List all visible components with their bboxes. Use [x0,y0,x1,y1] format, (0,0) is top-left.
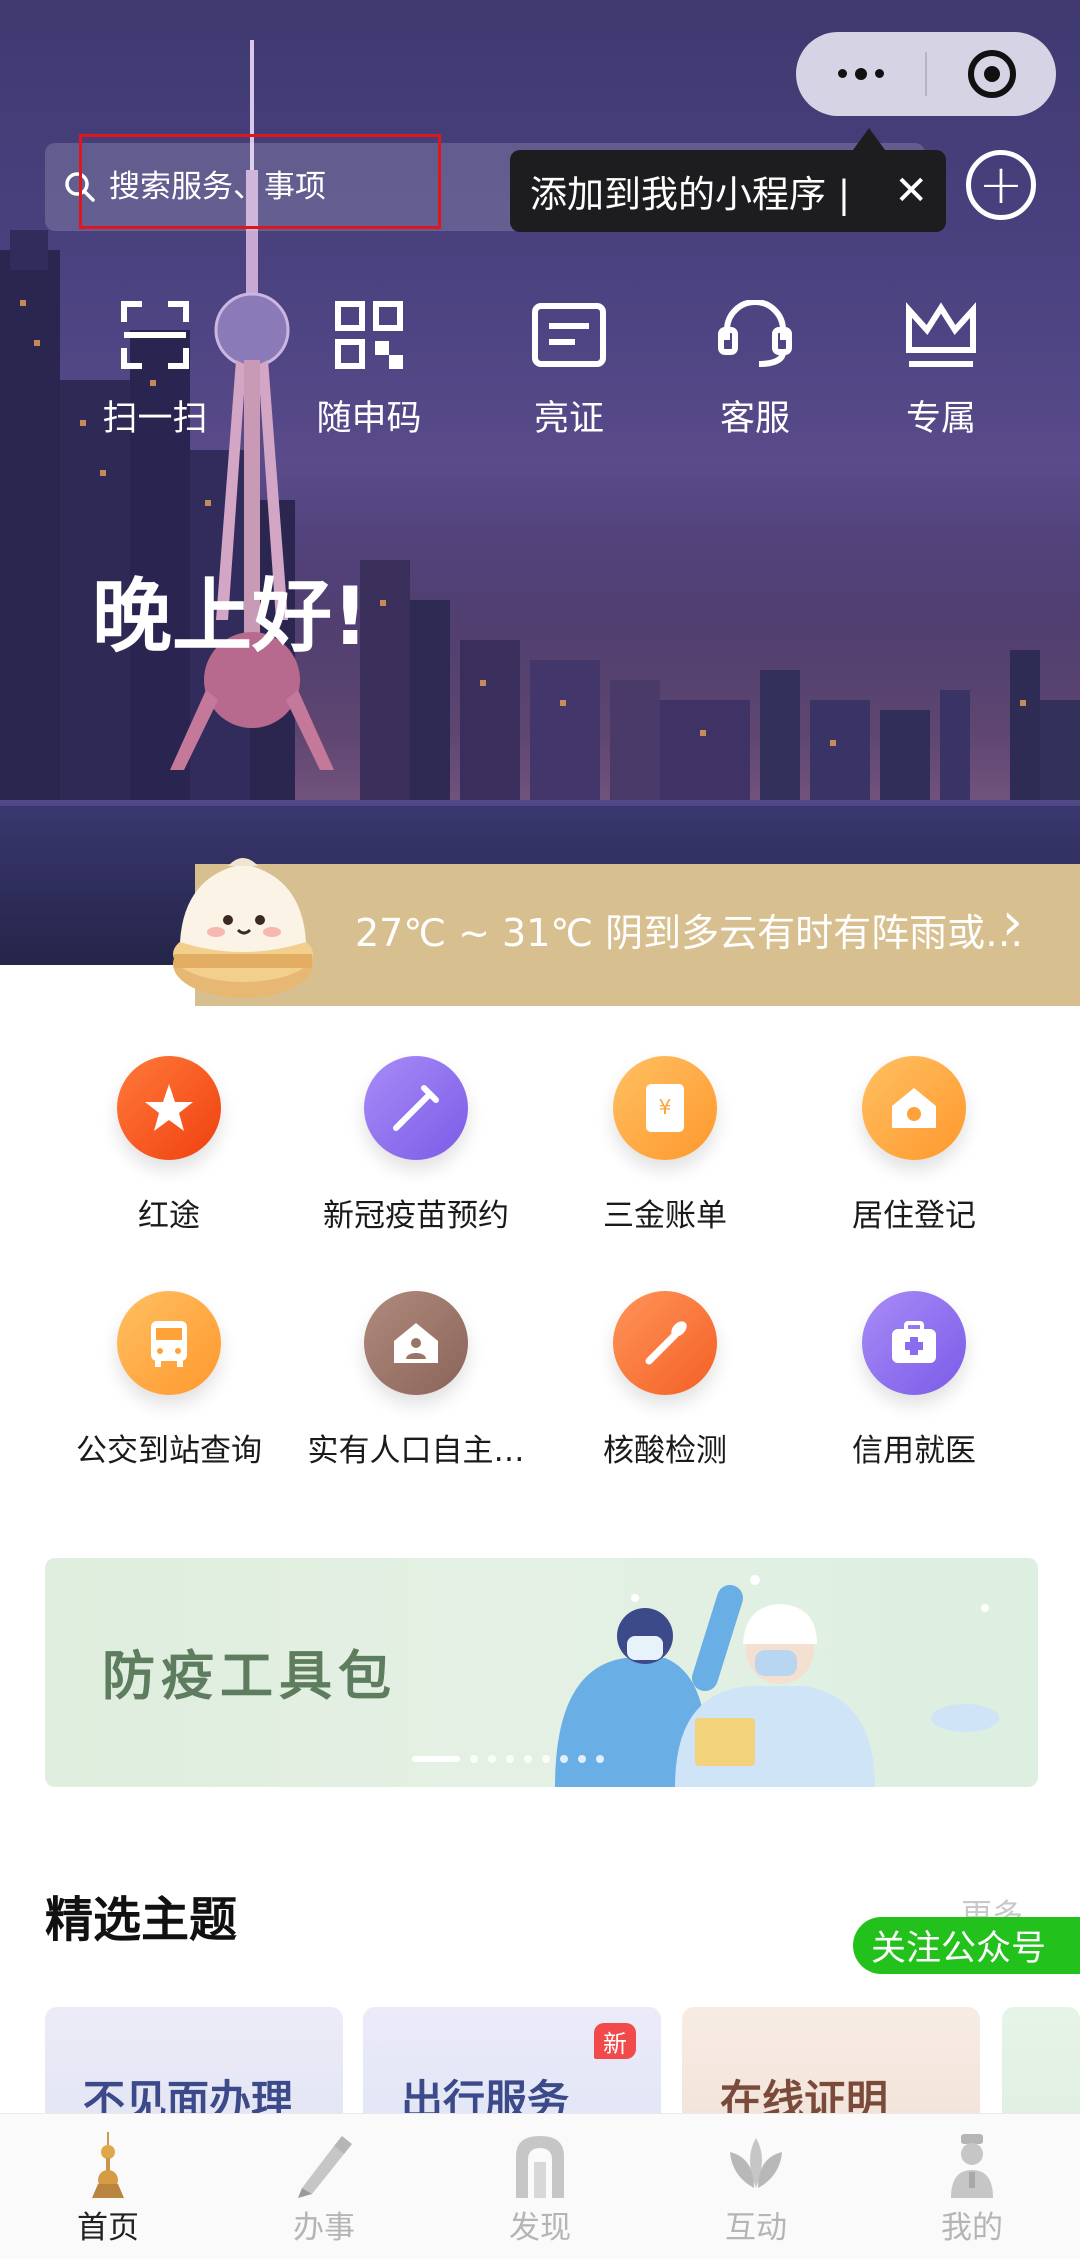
service-residence[interactable]: 居住登记 [789,1056,1039,1235]
tab-home[interactable]: 首页 [0,2114,216,2259]
scan-icon [121,301,189,369]
service-bus[interactable]: 公交到站查询 [44,1291,294,1470]
service-label: 居住登记 [852,1198,976,1234]
add-miniprogram-tooltip: 添加到我的小程序 | ✕ [510,150,946,232]
medical-kit-icon [862,1291,966,1395]
tab-mine[interactable]: 我的 [864,2114,1080,2259]
swab-icon [613,1291,717,1395]
service-vaccine[interactable]: 新冠疫苗预约 [291,1056,541,1235]
epidemic-toolkit-banner[interactable]: 防疫工具包 [45,1558,1038,1787]
bill-icon: ¥ [613,1056,717,1160]
follow-official-account-button[interactable]: 关注公众号 [853,1917,1080,1974]
tab-label: 首页 [77,2210,139,2246]
tower-icon [92,2132,124,2198]
weather-text: 27℃ ~ 31℃ 阴到多云有时有阵雨或… [355,911,1024,955]
service-label: 红途 [138,1198,200,1234]
tooltip-close-icon[interactable]: ✕ [894,171,928,211]
syringe-icon [364,1056,468,1160]
plus-circle-icon[interactable]: + [966,150,1036,220]
quick-action-qrcode[interactable]: 随申码 [294,300,444,441]
id-card-icon [532,303,606,367]
quick-action-label: 专属 [905,399,976,439]
service-label: 实有人口自主… [307,1433,525,1469]
new-badge: 新 [594,2023,636,2059]
user-icon [951,2134,993,2198]
featured-section-title: 精选主题 [45,1892,238,1948]
svg-text:¥: ¥ [659,1095,672,1119]
tab-label: 发现 [509,2210,571,2246]
xiaolongbao-mascot [173,858,313,998]
tab-label: 我的 [941,2210,1003,2246]
service-hongtu[interactable]: 红途 [44,1056,294,1235]
quick-action-label: 扫一扫 [102,399,208,439]
miniprogram-capsule [796,32,1056,116]
tab-interact[interactable]: 互动 [648,2114,864,2259]
topic-card-no-visit[interactable]: 不见面办理 [45,2007,343,2117]
lotus-icon [730,2138,782,2188]
service-population[interactable]: 实有人口自主… [291,1291,541,1470]
tab-affairs[interactable]: 办事 [216,2114,432,2259]
close-miniprogram-button[interactable] [927,32,1056,116]
arch-icon [516,2136,564,2198]
banner-title: 防疫工具包 [102,1646,397,1707]
bottom-tab-bar: 首页 办事 发现 互动 我的 [0,2113,1080,2259]
pen-icon [298,2136,352,2198]
tooltip-arrow [853,128,885,150]
tooltip-text: 添加到我的小程序 | [530,173,851,216]
service-label: 核酸检测 [603,1433,727,1469]
service-credit-medical[interactable]: 信用就医 [789,1291,1039,1470]
star-flag-icon [117,1056,221,1160]
more-button[interactable] [796,32,925,116]
service-label: 新冠疫苗预约 [323,1198,509,1234]
service-label: 公交到站查询 [76,1433,262,1469]
tab-label: 办事 [293,2210,355,2246]
home-person-icon [364,1291,468,1395]
quick-action-label: 随申码 [316,399,422,439]
house-icon [862,1056,966,1160]
medical-staff-illustration [555,1575,999,1787]
tab-discover[interactable]: 发现 [432,2114,648,2259]
banner-pagination [412,1755,604,1763]
topic-card-certificate[interactable]: 在线证明 [682,2007,980,2117]
search-highlight-box [79,134,441,229]
hero-section: 添加到我的小程序 | ✕ + 扫一扫 随申码 亮证 客服 专属 晚上 [0,0,1080,965]
tab-label: 互动 [725,2210,787,2246]
qr-code-icon [335,301,403,369]
more-dots-icon [837,67,884,80]
quick-action-scan[interactable]: 扫一扫 [80,300,230,441]
customer-service-icon [718,300,792,367]
crown-icon [906,302,976,367]
topic-card-label: 在线证明 [720,2076,889,2117]
quick-action-label: 亮证 [533,399,604,439]
quick-action-service[interactable]: 客服 [680,300,830,441]
topic-card-label: 出行服务 [401,2076,570,2117]
weather-bar[interactable]: 27℃ ~ 31℃ 阴到多云有时有阵雨或… › [0,858,1080,1006]
greeting-text: 晚上好! [92,570,369,663]
topic-card-label: 不见面办理 [83,2076,294,2117]
topic-card-partial[interactable] [1002,2007,1080,2117]
record-target-icon [967,50,1016,98]
service-label: 三金账单 [603,1198,727,1234]
service-label: 信用就医 [852,1433,976,1469]
bus-icon [117,1291,221,1395]
quick-action-label: 客服 [719,399,790,439]
quick-action-exclusive[interactable]: 专属 [866,300,1016,441]
service-bill[interactable]: ¥ 三金账单 [540,1056,790,1235]
chevron-right-icon: › [1002,892,1023,952]
quick-action-id[interactable]: 亮证 [494,300,644,441]
service-nucleic[interactable]: 核酸检测 [540,1291,790,1470]
